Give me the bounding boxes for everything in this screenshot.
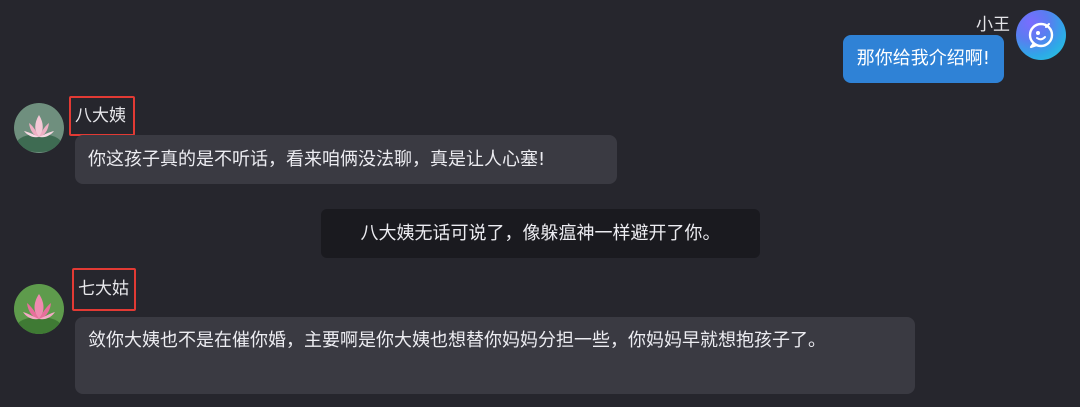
self-sender-name: 小王 [976,15,1010,35]
sender-avatar-1[interactable] [14,103,64,153]
lotus-avatar-icon [14,284,64,334]
message-bubble-1[interactable]: 你这孩子真的是不听话，看来咱俩没法聊，真是让人心塞! [75,135,617,184]
sender-name-2: 七大姑 [72,268,136,311]
sender-name-1: 八大姨 [69,96,135,136]
lotus-avatar-icon [14,103,64,153]
self-avatar[interactable] [1016,10,1066,60]
sender-avatar-2[interactable] [14,284,64,334]
self-message-bubble[interactable]: 那你给我介绍啊! [842,35,1004,83]
message-bubble-2[interactable]: 敛你大姨也不是在催你婚，主要啊是你大姨也想替你妈妈分担一些，你妈妈早就想抱孩子了… [75,317,915,394]
chat-window: 小王 那你给我介绍啊! 八大姨 你这孩子真的是不听话，看来咱俩没法聊，真是让人心… [0,0,1080,407]
system-notice: 八大姨无话可说了，像躲瘟神一样避开了你。 [321,209,760,258]
chat-bubble-icon [1028,22,1054,49]
